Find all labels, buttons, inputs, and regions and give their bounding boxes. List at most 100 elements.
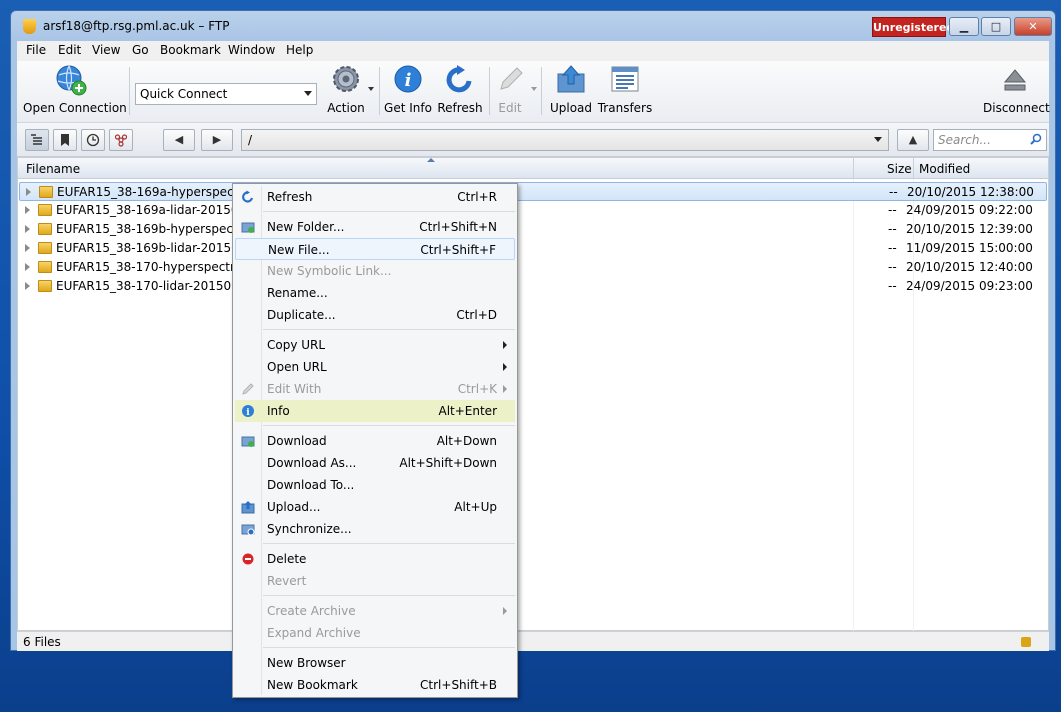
file-row[interactable]: EUFAR15_38-170-lidar-20150921 -- 24/09/2… [19, 277, 1047, 296]
file-row[interactable]: EUFAR15_38-169b-hyperspectral-2 -- 20/10… [19, 220, 1047, 239]
chevron-down-icon [304, 91, 312, 96]
expand-arrow-icon[interactable] [25, 206, 30, 214]
folder-icon [38, 242, 52, 254]
back-button[interactable]: ◀ [163, 129, 195, 151]
menu-item-refresh[interactable]: Refresh Ctrl+R [235, 186, 515, 208]
menu-item-shortcut: Ctrl+Shift+F [420, 243, 496, 257]
unregistered-badge[interactable]: Unregistered [872, 17, 954, 37]
menu-item-edit-with[interactable]: Edit With Ctrl+K [235, 378, 515, 400]
status-bar: 6 Files [17, 631, 1049, 651]
menu-help[interactable]: Help [286, 43, 313, 57]
menu-item-delete[interactable]: Delete [235, 548, 515, 570]
bookmark-icon [61, 134, 69, 146]
expand-arrow-icon[interactable] [25, 263, 30, 271]
submenu-arrow-icon [503, 341, 507, 349]
edit-button[interactable]: Edit [487, 63, 533, 115]
disconnect-button[interactable]: Disconnect [983, 63, 1050, 115]
open-connection-label: Open Connection [23, 101, 127, 115]
transfers-button[interactable]: Transfers [597, 63, 653, 115]
menu-item-download-as[interactable]: Download As... Alt+Shift+Down [235, 452, 515, 474]
file-modified: 24/09/2015 09:23:00 [906, 279, 1033, 293]
expand-arrow-icon[interactable] [25, 244, 30, 252]
search-input[interactable]: Search... [933, 129, 1047, 151]
menu-item-create-archive[interactable]: Create Archive [235, 600, 515, 622]
browser-view-button[interactable] [25, 129, 49, 151]
folder-icon [38, 223, 52, 235]
column-modified[interactable]: Modified [919, 162, 970, 176]
menu-item-label: Duplicate... [267, 308, 336, 322]
file-row[interactable]: EUFAR15_38-169a-lidar-20150916 -- 24/09/… [19, 201, 1047, 220]
clock-icon [86, 133, 100, 147]
menu-item-download[interactable]: Download Alt+Down [235, 430, 515, 452]
column-divider[interactable] [913, 158, 914, 179]
file-row[interactable]: EUFAR15_38-169b-lidar-20150826 -- 11/09/… [19, 239, 1047, 258]
action-button[interactable]: Action [321, 63, 371, 115]
menu-item-label: Info [267, 404, 290, 418]
expand-arrow-icon[interactable] [25, 282, 30, 290]
menu-edit[interactable]: Edit [58, 43, 81, 57]
menu-item-info[interactable]: i Info Alt+Enter [235, 400, 515, 422]
pencil-icon [493, 63, 527, 97]
menu-bookmark[interactable]: Bookmark [160, 43, 221, 57]
path-select[interactable]: / [241, 129, 889, 151]
get-info-button[interactable]: i Get Info [383, 63, 433, 115]
open-connection-button[interactable]: Open Connection [23, 63, 127, 115]
expand-arrow-icon[interactable] [25, 225, 30, 233]
file-row[interactable]: EUFAR15_38-169a-hyperspectral-20151015 -… [19, 182, 1047, 201]
toolbar-separator [129, 67, 130, 115]
menu-item-label: New Folder... [267, 220, 345, 234]
column-size[interactable]: Size [887, 162, 912, 176]
bookmarks-view-button[interactable] [53, 129, 77, 151]
column-filename[interactable]: Filename [26, 162, 80, 176]
menu-item-copy-url[interactable]: Copy URL [235, 334, 515, 356]
menu-item-upload[interactable]: Upload... Alt+Up [235, 496, 515, 518]
menu-item-rename[interactable]: Rename... [235, 282, 515, 304]
menu-item-label: New File... [268, 243, 330, 257]
expand-arrow-icon[interactable] [26, 188, 31, 196]
refresh-icon [443, 63, 477, 97]
menu-item-shortcut: Alt+Up [454, 500, 497, 514]
bonjour-view-button[interactable] [109, 129, 133, 151]
forward-button[interactable]: ▶ [201, 129, 233, 151]
menu-item-revert[interactable]: Revert [235, 570, 515, 592]
menu-item-duplicate[interactable]: Duplicate... Ctrl+D [235, 304, 515, 326]
quick-connect-select[interactable]: Quick Connect [135, 83, 317, 105]
menu-item-new-folder[interactable]: New Folder... Ctrl+Shift+N [235, 216, 515, 238]
menu-item-new-bookmark[interactable]: New Bookmark Ctrl+Shift+B [235, 674, 515, 696]
upload-icon [554, 63, 588, 97]
menu-item-synchronize[interactable]: Synchronize... [235, 518, 515, 540]
file-name: EUFAR15_38-170-lidar-20150921 [56, 279, 255, 293]
file-size: -- [888, 260, 897, 274]
refresh-icon [242, 190, 254, 203]
menu-item-new-browser[interactable]: New Browser [235, 652, 515, 674]
menu-item-new-file[interactable]: New File... Ctrl+Shift+F [235, 238, 515, 260]
upload-button[interactable]: Upload [545, 63, 597, 115]
transfers-icon [608, 63, 642, 97]
menu-item-expand-archive[interactable]: Expand Archive [235, 622, 515, 644]
menu-separator [263, 647, 515, 648]
action-dropdown-arrow[interactable] [368, 87, 374, 91]
menu-item-download-to[interactable]: Download To... [235, 474, 515, 496]
menu-view[interactable]: View [92, 43, 120, 57]
menu-item-open-url[interactable]: Open URL [235, 356, 515, 378]
menu-item-label: Rename... [267, 286, 328, 300]
pencil-icon [242, 383, 254, 395]
close-button[interactable]: ✕ [1014, 17, 1052, 36]
maximize-button[interactable]: □ [981, 17, 1011, 36]
file-row[interactable]: EUFAR15_38-170-hyperspectral-20 -- 20/10… [19, 258, 1047, 277]
menu-file[interactable]: File [26, 43, 46, 57]
edit-dropdown-arrow[interactable] [531, 87, 537, 91]
history-view-button[interactable] [81, 129, 105, 151]
minimize-button[interactable]: ▁ [949, 17, 979, 36]
toolbar-separator [379, 67, 380, 115]
parent-directory-button[interactable]: ▲ [897, 129, 929, 151]
menu-item-shortcut: Ctrl+Shift+N [419, 220, 497, 234]
new-folder-icon [241, 222, 255, 233]
menu-go[interactable]: Go [132, 43, 149, 57]
menu-item-new-symbolic-link[interactable]: New Symbolic Link... [235, 260, 515, 282]
refresh-button[interactable]: Refresh [435, 63, 485, 115]
file-modified: 20/10/2015 12:40:00 [906, 260, 1033, 274]
column-divider[interactable] [853, 158, 854, 179]
menu-window[interactable]: Window [228, 43, 275, 57]
lock-icon [1021, 637, 1031, 647]
